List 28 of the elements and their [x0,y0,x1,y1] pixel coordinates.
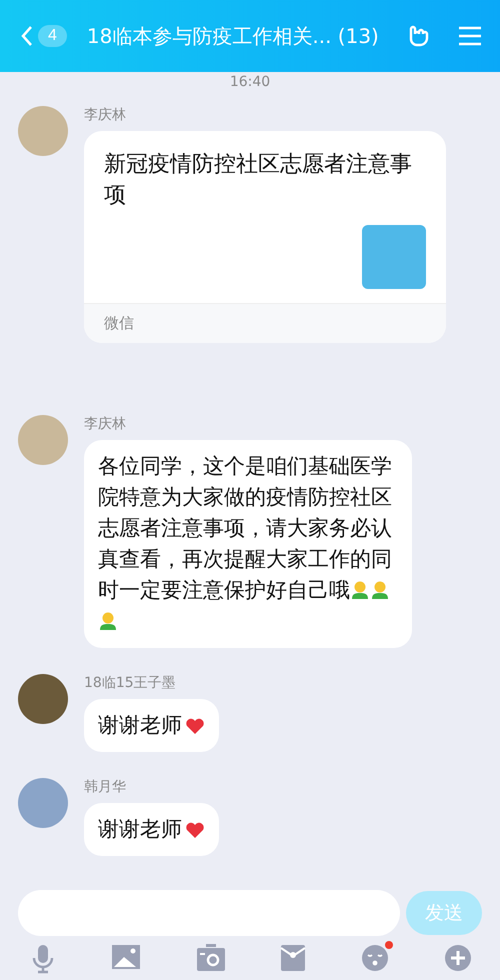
unread-count: 4 [38,25,67,47]
chevron-left-icon [20,25,34,47]
card-source: 微信 [84,303,446,343]
thumbnail-placeholder [362,225,426,289]
sender-name: 18临15王子墨 [84,674,176,692]
person-emoji-icon [350,580,370,600]
sender-name: 李庆林 [84,415,126,433]
microphone-icon[interactable] [30,944,56,974]
message-bubble: 谢谢老师 [84,699,219,752]
message-bubble: 谢谢老师 [84,803,219,856]
timestamp: 16:40 [228,74,272,90]
message-bubble: 各位同学，这个是咱们基础医学院特意为大家做的疫情防控社区志愿者注意事项，请大家务必认真查看，再次提醒大家工作的同时一定要注意保护好自己哦 [84,440,412,648]
menu-icon[interactable] [458,26,482,46]
plus-icon[interactable] [444,944,472,974]
card-title: 新冠疫情防控社区志愿者注意事项 [103,151,413,210]
chat-title: 18临本参与防疫工作相关... (13) [86,22,380,50]
person-emoji-icon [98,611,118,631]
sender-name: 李庆林 [84,106,126,124]
avatar[interactable] [18,674,68,724]
camera-icon[interactable] [196,944,226,974]
send-button[interactable]: 发送 [406,891,482,935]
link-card[interactable]: 新冠疫情防控社区志愿者注意事项 微信 [84,131,446,343]
sender-name: 韩月华 [84,778,126,796]
heart-emoji-icon [185,717,205,735]
person-emoji-icon [370,580,390,600]
back-button[interactable]: 4 [20,25,67,47]
envelope-icon[interactable] [280,944,306,974]
heart-emoji-icon [185,821,205,839]
